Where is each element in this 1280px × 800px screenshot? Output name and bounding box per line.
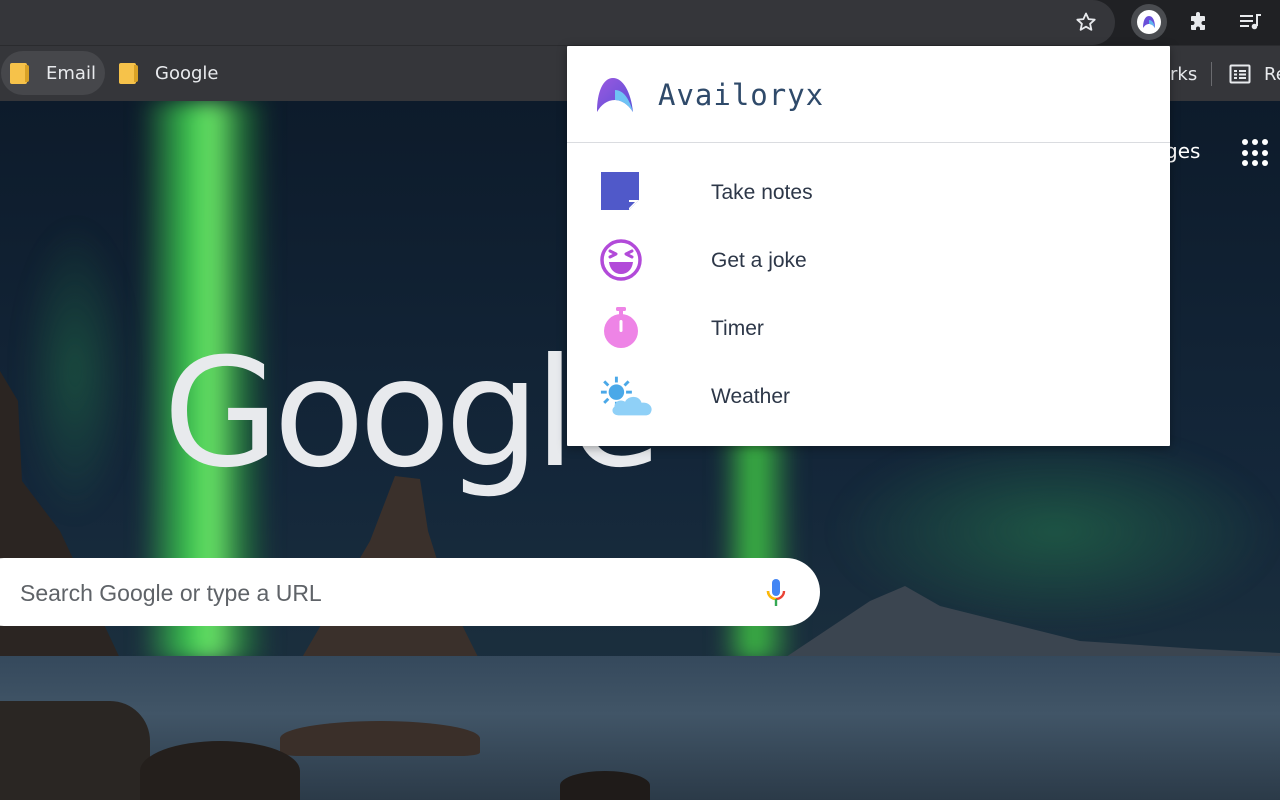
folder-icon [119, 62, 138, 84]
menu-item-weather[interactable]: Weather [567, 362, 1170, 430]
availoryx-extension-icon [1137, 10, 1161, 34]
popup-title: Availoryx [658, 78, 825, 112]
images-link[interactable]: ges [1165, 139, 1200, 163]
bookmark-label: Google [155, 62, 219, 84]
bookmark-folder-google[interactable]: Google [110, 51, 227, 95]
other-bookmarks-button[interactable]: rks [1170, 46, 1197, 102]
reading-list-icon [1229, 64, 1251, 84]
bookmark-star-button[interactable] [1068, 4, 1104, 40]
reading-list-button[interactable]: Re [1228, 46, 1280, 102]
popup-header: Availoryx [567, 46, 1170, 143]
apps-dot [1262, 160, 1268, 167]
playlist-icon [1240, 14, 1261, 30]
apps-dot [1252, 139, 1258, 145]
stopwatch-icon [604, 307, 638, 348]
sun-cloud-icon [600, 376, 652, 416]
availoryx-extension-button[interactable] [1131, 4, 1167, 40]
apps-dot [1242, 160, 1248, 167]
note-icon [601, 172, 639, 210]
google-apps-button[interactable] [1242, 139, 1270, 167]
apps-dot [1262, 149, 1268, 156]
menu-item-get-a-joke[interactable]: Get a joke [567, 226, 1170, 294]
browser-toolbar [0, 0, 1280, 45]
rock-background [280, 721, 480, 756]
menu-item-take-notes[interactable]: Take notes [567, 158, 1170, 226]
apps-dot [1252, 160, 1258, 167]
microphone-icon[interactable] [765, 578, 787, 608]
puzzle-icon [1191, 12, 1205, 30]
apps-dot [1262, 139, 1268, 145]
bookmarks-divider [1211, 62, 1212, 86]
menu-item-label: Timer [711, 317, 764, 340]
menu-item-label: Get a joke [711, 249, 807, 272]
search-box[interactable]: Search Google or type a URL [0, 558, 820, 626]
omnibox[interactable] [0, 0, 1115, 45]
reading-list-label: Re [1264, 63, 1280, 85]
folder-icon [10, 62, 29, 84]
bookmark-label: Email [46, 62, 96, 84]
rock-background [0, 701, 150, 800]
extensions-button[interactable] [1181, 4, 1217, 40]
menu-item-label: Take notes [711, 181, 813, 204]
laughing-face-icon [600, 239, 642, 281]
rock-background [140, 741, 300, 800]
menu-item-label: Weather [711, 385, 790, 408]
other-bookmarks-label: rks [1170, 63, 1198, 85]
apps-dot [1242, 139, 1248, 145]
availoryx-logo-icon [597, 78, 633, 112]
availoryx-popup: Availoryx Take notes Get a joke Timer We… [567, 46, 1170, 446]
apps-dot [1242, 149, 1248, 156]
rock-background [560, 771, 650, 800]
media-controls-button[interactable] [1232, 4, 1268, 40]
bookmark-folder-email[interactable]: Email [1, 51, 105, 95]
apps-dot [1252, 149, 1258, 156]
star-outline-icon [1076, 12, 1096, 31]
menu-item-timer[interactable]: Timer [567, 294, 1170, 362]
search-input[interactable]: Search Google or type a URL [20, 580, 322, 607]
